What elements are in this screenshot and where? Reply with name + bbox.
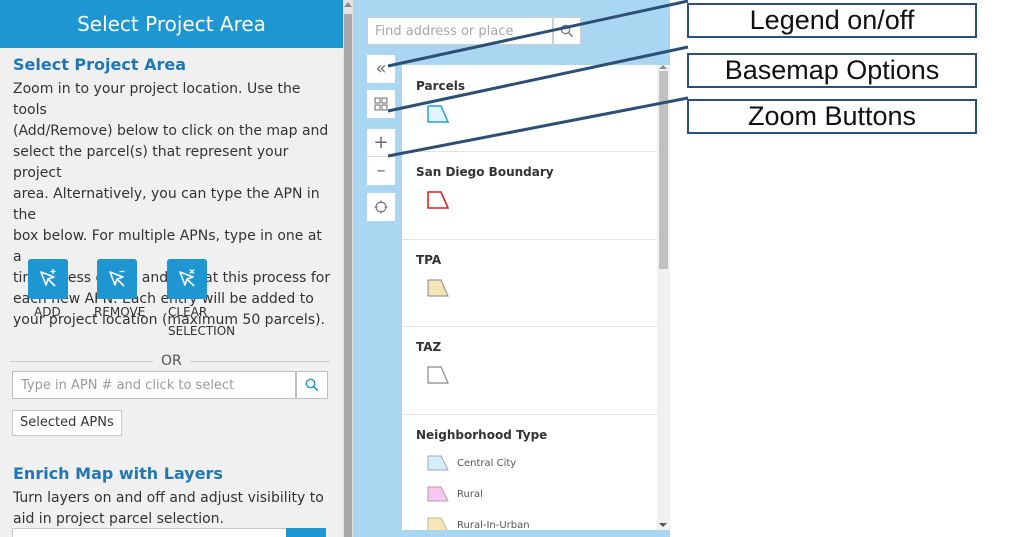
annotation-zoom: Zoom Buttons: [687, 99, 977, 134]
annotation-basemap: Basemap Options: [687, 53, 977, 88]
annotation-legend-toggle: Legend on/off: [687, 3, 977, 38]
zoom-callout-line: [387, 96, 689, 158]
